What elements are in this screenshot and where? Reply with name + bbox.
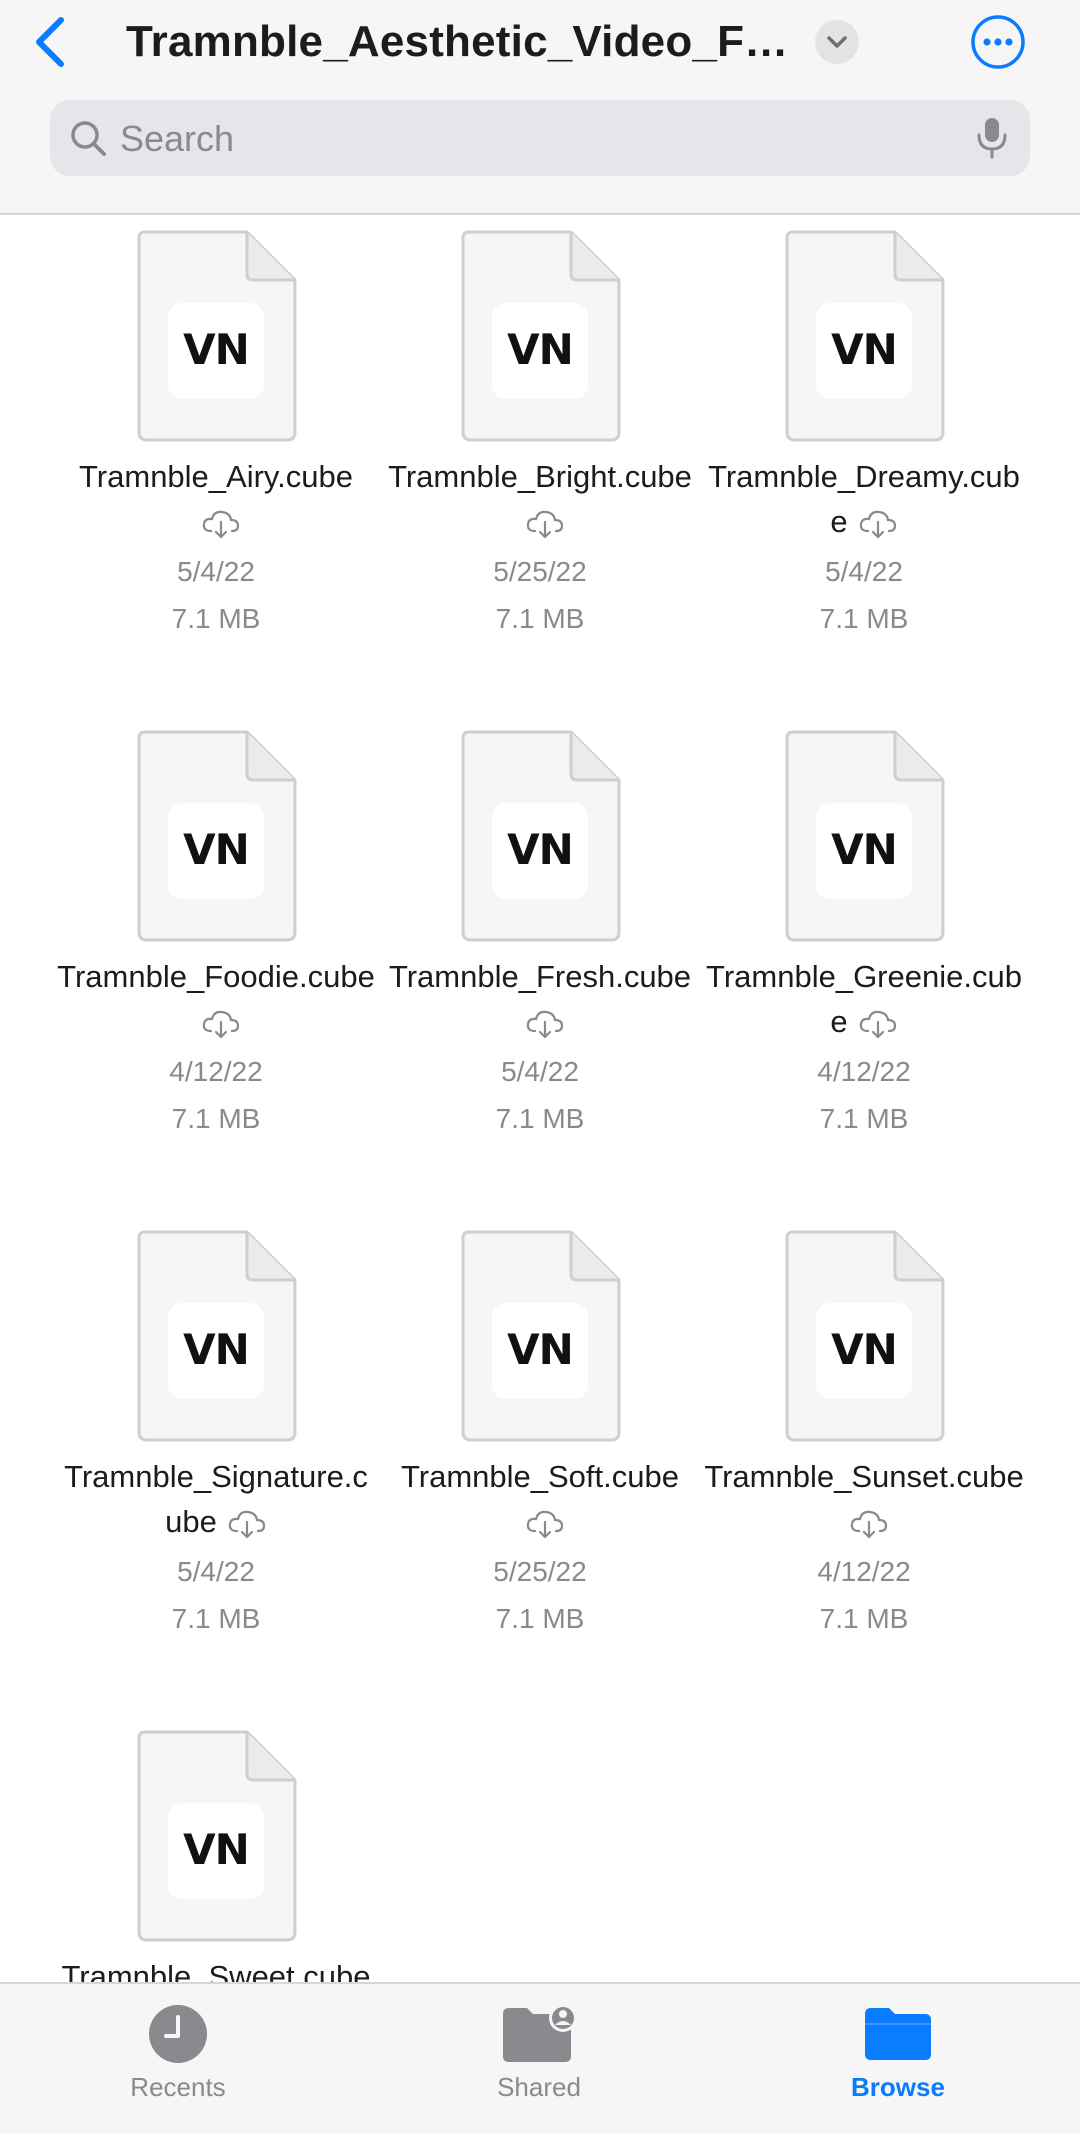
search-icon bbox=[71, 121, 106, 156]
file-item[interactable]: VN Tramnble_Signature.cube 5/4/22 7.1 MB bbox=[54, 1230, 378, 1730]
document-thumbnail-icon: VN bbox=[461, 1230, 621, 1442]
file-date: 4/12/22 bbox=[817, 1556, 911, 1587]
cloud-download-icon bbox=[228, 1510, 265, 1538]
file-size: 7.1 MB bbox=[495, 1103, 585, 1134]
navigation-header: Tramnble_Aesthetic_Video_Filters bbox=[0, 0, 1080, 215]
file-name: Tramnble_Soft.cube bbox=[380, 1454, 700, 1544]
cloud-download-icon bbox=[859, 1010, 896, 1038]
file-size: 7.1 MB bbox=[819, 603, 909, 634]
tab-label: Shared bbox=[497, 2072, 581, 2102]
vn-app-logo: VN bbox=[183, 825, 249, 874]
file-size: 7.1 MB bbox=[171, 603, 261, 634]
tab-browse[interactable]: Browse bbox=[808, 1984, 988, 2136]
file-date: 5/25/22 bbox=[493, 1556, 587, 1587]
tab-recents[interactable]: Recents bbox=[88, 1984, 268, 2136]
document-thumbnail-icon: VN bbox=[461, 730, 621, 942]
vn-app-logo: VN bbox=[831, 825, 897, 874]
more-options-button[interactable] bbox=[970, 14, 1026, 70]
file-date: 5/25/22 bbox=[493, 556, 587, 587]
vn-app-logo: VN bbox=[831, 1325, 897, 1374]
document-thumbnail-icon: VN bbox=[785, 730, 945, 942]
file-name: Tramnble_Sweet.cube bbox=[56, 1954, 376, 1982]
file-item[interactable]: VN Tramnble_Soft.cube 5/25/22 7.1 MB bbox=[378, 1230, 702, 1730]
clock-icon bbox=[138, 2002, 218, 2066]
file-date: 5/4/22 bbox=[501, 1056, 579, 1087]
file-size: 7.1 MB bbox=[171, 1103, 261, 1134]
back-button[interactable] bbox=[26, 14, 74, 70]
vn-app-logo: VN bbox=[507, 1325, 573, 1374]
file-item[interactable]: VN Tramnble_Airy.cube 5/4/22 7.1 MB bbox=[54, 230, 378, 730]
vn-app-logo: VN bbox=[183, 1825, 249, 1874]
file-size: 7.1 MB bbox=[819, 1603, 909, 1634]
file-item[interactable]: VN Tramnble_Foodie.cube 4/12/22 7.1 MB bbox=[54, 730, 378, 1230]
file-name: Tramnble_Greenie.cube bbox=[706, 959, 1022, 1039]
cloud-download-icon bbox=[202, 1010, 240, 1038]
file-date: 4/12/22 bbox=[169, 1056, 263, 1087]
search-input[interactable] bbox=[118, 100, 942, 178]
document-thumbnail-icon: VN bbox=[785, 1230, 945, 1442]
file-name: Tramnble_Dreamy.cube bbox=[708, 459, 1020, 539]
document-thumbnail-icon: VN bbox=[137, 1230, 297, 1442]
file-name: Tramnble_Sunset.cube bbox=[704, 1454, 1024, 1544]
file-size: 7.1 MB bbox=[495, 1603, 585, 1634]
tab-bar: Recents Shared Browse bbox=[0, 1982, 1080, 2134]
chevron-down-icon bbox=[827, 36, 847, 48]
shared-folder-icon bbox=[499, 2002, 579, 2066]
file-item[interactable]: VN Tramnble_Dreamy.cube 5/4/22 7.1 MB bbox=[702, 230, 1026, 730]
file-size: 7.1 MB bbox=[495, 603, 585, 634]
file-name: Tramnble_Signature.cube bbox=[64, 1459, 368, 1539]
file-item[interactable]: VN Tramnble_Fresh.cube 5/4/22 7.1 MB bbox=[378, 730, 702, 1230]
cloud-download-icon bbox=[850, 1510, 888, 1538]
cloud-download-icon bbox=[526, 1510, 564, 1538]
file-name: Tramnble_Bright.cube bbox=[380, 454, 700, 544]
tab-shared[interactable]: Shared bbox=[449, 1984, 629, 2136]
vn-app-logo: VN bbox=[507, 825, 573, 874]
chevron-left-icon bbox=[36, 17, 64, 67]
file-date: 4/12/22 bbox=[817, 1056, 911, 1087]
microphone-icon[interactable] bbox=[972, 116, 1012, 160]
search-bar[interactable] bbox=[50, 100, 1030, 178]
document-thumbnail-icon: VN bbox=[785, 230, 945, 442]
file-name: Tramnble_Fresh.cube bbox=[380, 954, 700, 1044]
file-date: 5/4/22 bbox=[177, 1556, 255, 1587]
document-thumbnail-icon: VN bbox=[137, 730, 297, 942]
file-grid: VN Tramnble_Airy.cube 5/4/22 7.1 MB VN T… bbox=[54, 230, 1026, 1982]
document-thumbnail-icon: VN bbox=[137, 230, 297, 442]
cloud-download-icon bbox=[526, 1010, 564, 1038]
document-thumbnail-icon: VN bbox=[137, 1730, 297, 1942]
file-size: 7.1 MB bbox=[171, 1603, 261, 1634]
tab-label: Recents bbox=[130, 2072, 226, 2102]
vn-app-logo: VN bbox=[183, 1325, 249, 1374]
ellipsis-circle-icon bbox=[971, 15, 1025, 69]
file-name: Tramnble_Airy.cube bbox=[56, 454, 376, 544]
vn-app-logo: VN bbox=[507, 325, 573, 374]
file-date: 5/4/22 bbox=[825, 556, 903, 587]
folder-title: Tramnble_Aesthetic_Video_Filters bbox=[126, 17, 792, 66]
document-thumbnail-icon: VN bbox=[461, 230, 621, 442]
vn-app-logo: VN bbox=[831, 325, 897, 374]
vn-app-logo: VN bbox=[183, 325, 249, 374]
cloud-download-icon bbox=[859, 510, 896, 538]
file-item[interactable]: VN Tramnble_Greenie.cube 4/12/22 7.1 MB bbox=[702, 730, 1026, 1230]
title-menu-button[interactable] bbox=[815, 20, 859, 64]
file-item[interactable]: VN Tramnble_Sunset.cube 4/12/22 7.1 MB bbox=[702, 1230, 1026, 1730]
cloud-download-icon bbox=[202, 510, 240, 538]
file-name: Tramnble_Foodie.cube bbox=[56, 954, 376, 1044]
file-size: 7.1 MB bbox=[819, 1103, 909, 1134]
cloud-download-icon bbox=[526, 510, 564, 538]
file-date: 5/4/22 bbox=[177, 556, 255, 587]
tab-label: Browse bbox=[851, 2072, 945, 2102]
file-item[interactable]: VN Tramnble_Bright.cube 5/25/22 7.1 MB bbox=[378, 230, 702, 730]
file-item[interactable]: VN Tramnble_Sweet.cube bbox=[54, 1730, 378, 1982]
folder-icon bbox=[858, 2002, 938, 2066]
